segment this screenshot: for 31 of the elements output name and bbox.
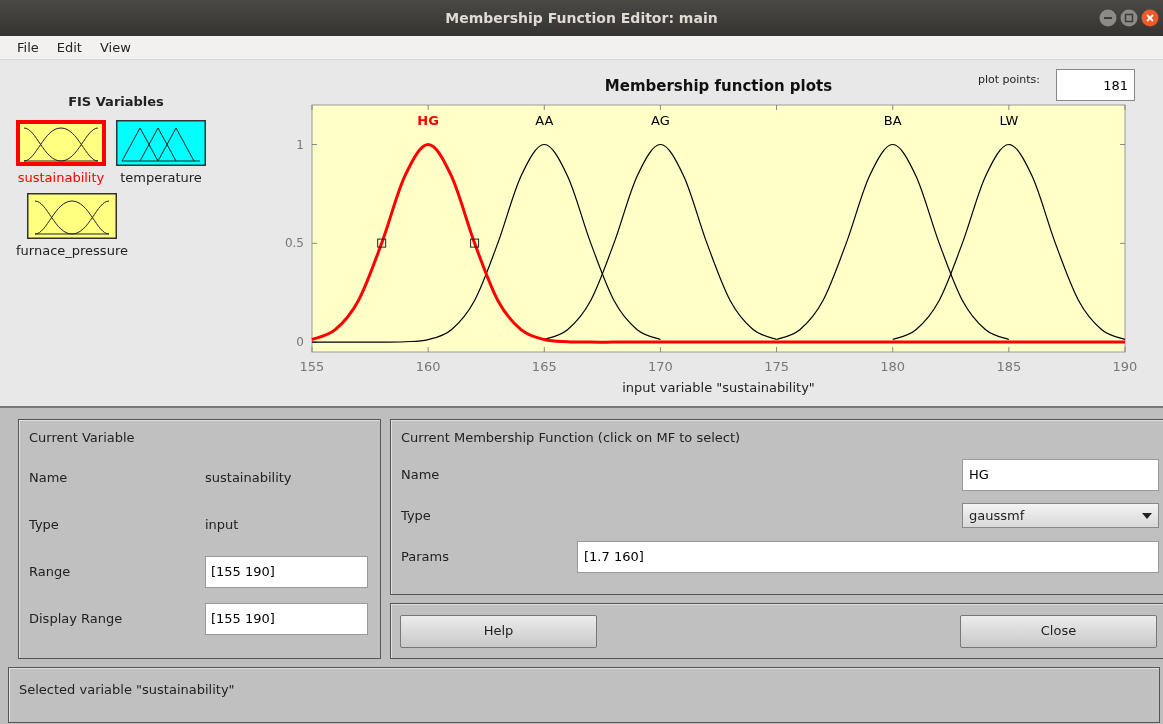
x-tick-label: 180	[880, 359, 906, 374]
field-label: Name	[29, 468, 69, 487]
field-label: Range	[29, 562, 72, 581]
variable-label: sustainability	[17, 168, 105, 187]
window-title: Membership Function Editor: main	[445, 8, 718, 28]
y-tick-label: 0	[296, 335, 304, 350]
x-tick-label: 175	[764, 359, 789, 374]
panel-title: Current Variable	[29, 429, 136, 447]
field-value: sustainability	[205, 468, 292, 487]
status-text: Selected variable "sustainability"	[19, 682, 235, 697]
chart-title: Membership function plots	[604, 77, 833, 95]
x-axis-label: input variable "sustainability"	[622, 380, 815, 395]
field-label: Type	[401, 506, 432, 525]
field-label: Params	[401, 547, 450, 566]
x-tick-label: 160	[415, 359, 441, 374]
field-label: Display Range	[29, 609, 124, 628]
x-tick-label: 165	[531, 359, 557, 374]
field-label: Name	[401, 465, 441, 484]
y-tick-label: 0.5	[284, 236, 304, 251]
x-tick-label: 170	[648, 359, 673, 374]
y-tick-label: 1	[296, 137, 304, 152]
variable-label: temperature	[120, 168, 202, 187]
x-tick-label: 185	[996, 359, 1022, 374]
field-label: Type	[29, 515, 60, 534]
panel-title: Current Membership Function (click on MF to select)	[401, 429, 742, 447]
x-tick-label: 190	[1112, 359, 1138, 374]
field-label: plot points:	[977, 72, 1040, 88]
variable-label: furnace_pressure	[16, 242, 128, 260]
field-value: input	[205, 515, 239, 534]
section-title: FIS Variables	[67, 93, 165, 111]
x-tick-label: 155	[299, 359, 325, 374]
